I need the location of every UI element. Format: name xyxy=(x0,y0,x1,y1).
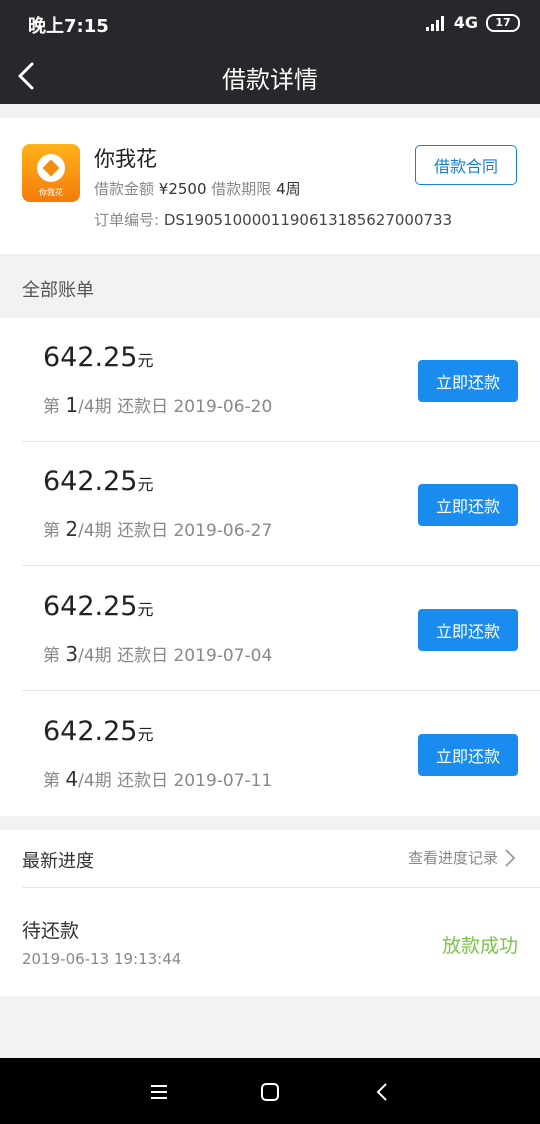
bill-period: 第 1/4期 还款日 2019-06-20 xyxy=(43,393,273,417)
status-time: 晚上7:15 xyxy=(28,16,109,37)
system-nav-bar xyxy=(0,1058,540,1124)
back-icon[interactable] xyxy=(369,1078,397,1106)
bill-period: 第 3/4期 还款日 2019-07-04 xyxy=(43,642,273,666)
progress-title: 最新进度 xyxy=(22,851,94,872)
logo-text: 你我花 xyxy=(39,188,63,197)
bill-row: 642.25元 第 1/4期 还款日 2019-06-20 立即还款 xyxy=(0,318,540,442)
bill-amount: 642.25元 xyxy=(43,342,154,373)
signal-icon xyxy=(425,15,446,31)
bill-amount: 642.25元 xyxy=(43,466,154,497)
home-icon[interactable] xyxy=(256,1078,284,1106)
bill-list: 642.25元 第 1/4期 还款日 2019-06-20 立即还款 642.2… xyxy=(0,318,540,816)
bill-row: 642.25元 第 3/4期 还款日 2019-07-04 立即还款 xyxy=(0,567,540,691)
order-value: DS190510000119061318562700073​3 xyxy=(163,211,453,229)
term-label: 借款期限 xyxy=(211,180,272,198)
loan-meta: 借款金额 ¥2500 借款期限 4周 xyxy=(94,178,301,199)
repay-now-button[interactable]: 立即还款 xyxy=(418,609,518,651)
section-title-all-bills: 全部账单 xyxy=(22,280,94,301)
battery-icon: 17 xyxy=(486,13,520,32)
status-icons: 4G 17 xyxy=(425,13,520,32)
disbursement-status: 放款成功 xyxy=(441,935,518,957)
app-logo: 你我花 xyxy=(22,144,80,202)
bill-amount: 642.25元 xyxy=(43,591,154,622)
network-label: 4G xyxy=(453,13,478,32)
repay-now-button[interactable]: 立即还款 xyxy=(418,734,518,776)
bill-row: 642.25元 第 2/4期 还款日 2019-06-27 立即还款 xyxy=(0,442,540,566)
status-bar: 晚上7:15 4G 17 xyxy=(0,0,540,48)
progress-timestamp: 2019-06-13 19:13:44 xyxy=(22,950,182,968)
latest-progress-card: 最新进度 查看进度记录 待还款 2019-06-13 19:13:44 放款成功 xyxy=(0,830,540,996)
amount-value: ¥2500 xyxy=(158,180,207,198)
order-label: 订单编号: xyxy=(94,211,160,229)
bill-period: 第 2/4期 还款日 2019-06-27 xyxy=(43,517,273,541)
repay-now-button[interactable]: 立即还款 xyxy=(418,484,518,526)
menu-icon[interactable] xyxy=(145,1078,173,1106)
app-name: 你我花 xyxy=(94,147,157,171)
loan-contract-button[interactable]: 借款合同 xyxy=(415,145,517,185)
progress-state: 待还款 xyxy=(22,920,80,942)
nav-bar: 借款详情 xyxy=(0,48,540,104)
bill-row: 642.25元 第 4/4期 还款日 2019-07-11 立即还款 xyxy=(0,692,540,816)
chevron-right-icon xyxy=(505,848,516,867)
repay-now-button[interactable]: 立即还款 xyxy=(418,360,518,402)
term-value: 4周 xyxy=(276,180,301,198)
view-progress-records-link[interactable]: 查看进度记录 xyxy=(408,847,516,868)
loan-summary-card: 你我花 你我花 借款金额 ¥2500 借款期限 4周 订单编号: DS19051… xyxy=(0,118,540,254)
record-link-label: 查看进度记录 xyxy=(407,849,498,867)
page-title: 借款详情 xyxy=(222,66,318,94)
bill-amount: 642.25元 xyxy=(43,716,154,747)
order-number: 订单编号: DS190510000119061318562700073​3 xyxy=(94,209,452,230)
amount-label: 借款金额 xyxy=(94,180,155,198)
bill-period: 第 4/4期 还款日 2019-07-11 xyxy=(43,767,273,791)
